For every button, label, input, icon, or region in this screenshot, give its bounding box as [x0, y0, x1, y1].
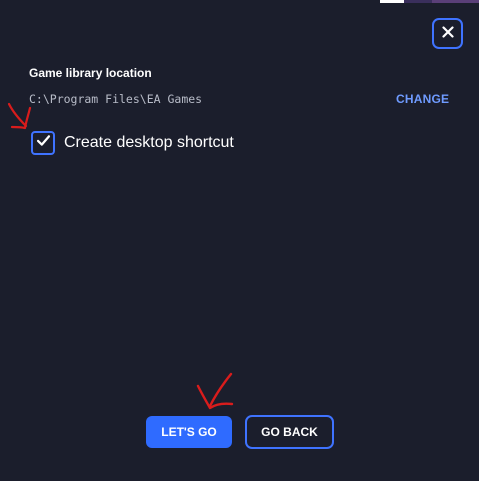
background-fragment	[432, 0, 479, 3]
lets-go-button[interactable]: LET'S GO	[146, 416, 232, 448]
close-icon	[441, 25, 454, 43]
red-arrow-icon	[196, 372, 234, 410]
desktop-shortcut-option[interactable]: Create desktop shortcut	[31, 131, 234, 155]
install-dialog: Game library location C:\Program Files\E…	[0, 0, 479, 481]
background-fragment	[404, 0, 432, 3]
go-back-button[interactable]: GO BACK	[245, 415, 334, 449]
shortcut-checkbox[interactable]	[31, 131, 55, 155]
library-location-label: Game library location	[29, 66, 152, 80]
background-edge	[0, 0, 479, 3]
change-location-link[interactable]: CHANGE	[396, 92, 449, 106]
background-fragment	[380, 0, 404, 3]
shortcut-label: Create desktop shortcut	[64, 134, 234, 151]
library-path-value: C:\Program Files\EA Games	[29, 92, 203, 106]
checkmark-icon	[36, 133, 51, 153]
close-button[interactable]	[432, 18, 463, 49]
